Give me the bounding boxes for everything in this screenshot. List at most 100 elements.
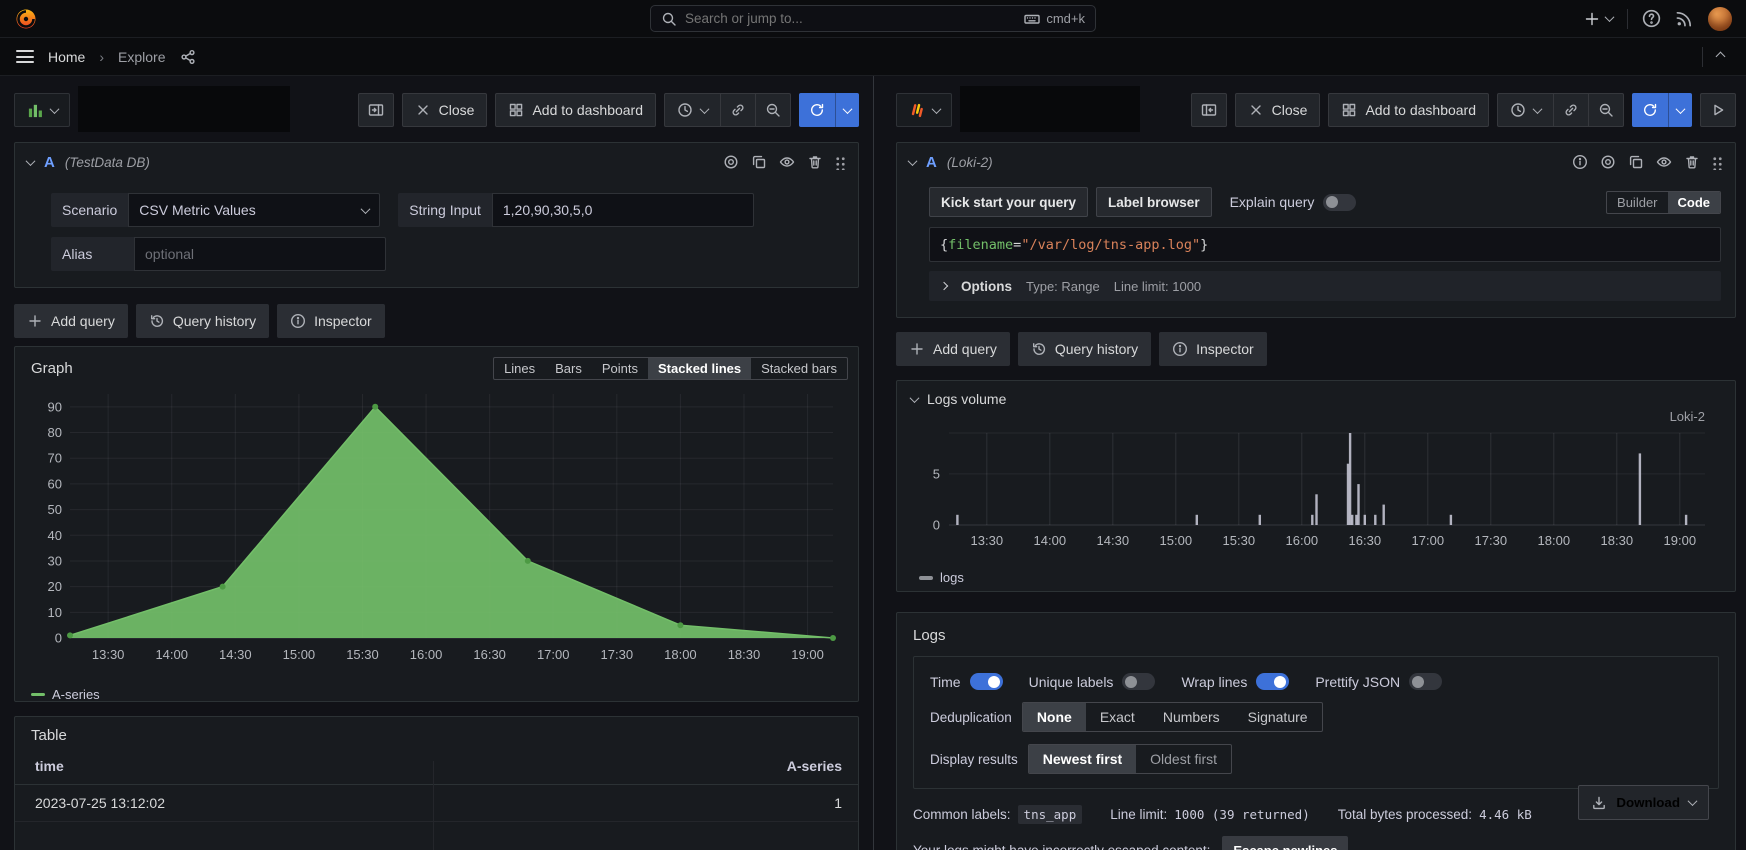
mode-stacked-lines[interactable]: Stacked lines	[648, 358, 751, 379]
mode-points[interactable]: Points	[592, 358, 648, 379]
datasource-help-icon[interactable]	[1572, 154, 1588, 170]
column-time[interactable]: time	[35, 758, 64, 774]
code-mode[interactable]: Code	[1668, 192, 1721, 213]
download-button[interactable]: Download	[1578, 785, 1709, 820]
graph-legend[interactable]: A-series	[15, 687, 858, 710]
collapse-query-icon[interactable]	[908, 156, 918, 166]
dedup-exact[interactable]: Exact	[1086, 703, 1149, 731]
explore-pane-right: Close Add to dashboard	[873, 76, 1746, 850]
left-datasource-picker[interactable]	[14, 93, 70, 127]
explain-query-toggle[interactable]	[1323, 194, 1356, 211]
logs-volume-legend[interactable]: logs	[897, 570, 1735, 593]
record-query-icon[interactable]	[1600, 154, 1616, 170]
link-icon	[1563, 102, 1579, 118]
logql-query-input[interactable]: {filename="/var/log/tns-app.log"}	[929, 227, 1721, 262]
copy-time-link-button[interactable]	[1553, 93, 1588, 127]
copy-time-link-button[interactable]	[720, 93, 755, 127]
mode-bars[interactable]: Bars	[545, 358, 592, 379]
grafana-logo[interactable]	[14, 7, 38, 31]
query-history-button[interactable]: Query history	[1018, 332, 1151, 366]
svg-text:16:00: 16:00	[1286, 533, 1319, 548]
prettify-json-toggle[interactable]	[1409, 673, 1442, 690]
zoom-out-time-button[interactable]	[1588, 93, 1624, 127]
disable-query-icon[interactable]	[1656, 154, 1672, 170]
wrap-lines-toggle[interactable]	[1256, 673, 1289, 690]
svg-text:0: 0	[933, 518, 940, 533]
string-input-field[interactable]	[492, 193, 754, 227]
options-label: Options	[961, 279, 1012, 294]
builder-mode[interactable]: Builder	[1607, 192, 1667, 213]
oldest-first[interactable]: Oldest first	[1136, 745, 1231, 773]
dedup-signature[interactable]: Signature	[1234, 703, 1322, 731]
breadcrumb-bar: Home › Explore	[0, 38, 1746, 76]
drag-handle-icon[interactable]	[835, 155, 846, 170]
column-divider	[433, 761, 434, 850]
scenario-select[interactable]: CSV Metric Values	[128, 193, 380, 227]
time-picker-button[interactable]	[664, 93, 720, 127]
logs-volume-chart[interactable]: Loki-213:3014:0014:3015:0015:3016:0016:3…	[897, 407, 1735, 570]
close-split-button[interactable]: Close	[1235, 93, 1321, 127]
add-to-dashboard-button[interactable]: Add to dashboard	[1328, 93, 1489, 127]
drag-handle-icon[interactable]	[1712, 155, 1723, 170]
delete-query-icon[interactable]	[807, 154, 823, 170]
add-query-button[interactable]: Add query	[896, 332, 1010, 366]
mode-lines[interactable]: Lines	[494, 358, 545, 379]
split-pane-button[interactable]	[358, 93, 394, 127]
newest-first[interactable]: Newest first	[1029, 745, 1136, 773]
label-browser-button[interactable]: Label browser	[1096, 187, 1212, 217]
inspector-button[interactable]: Inspector	[1159, 332, 1267, 366]
alias-field[interactable]	[134, 237, 386, 271]
duplicate-query-icon[interactable]	[751, 154, 767, 170]
svg-text:50: 50	[48, 502, 62, 517]
graph-chart[interactable]: 13:3014:0014:3015:0015:3016:0016:3017:00…	[15, 382, 858, 687]
add-menu-button[interactable]	[1584, 11, 1613, 27]
dedup-none[interactable]: None	[1023, 703, 1086, 731]
user-avatar[interactable]	[1708, 7, 1732, 31]
logs-volume-header[interactable]: Logs volume	[897, 381, 1735, 407]
column-a-series[interactable]: A-series	[787, 758, 842, 774]
run-query-refresh-button[interactable]	[1632, 93, 1692, 127]
split-pane-button[interactable]	[1191, 93, 1227, 127]
query-history-button[interactable]: Query history	[136, 304, 269, 338]
add-query-button[interactable]: Add query	[14, 304, 128, 338]
table-row[interactable]: 2023-07-25 13:12:02 1	[15, 785, 858, 822]
delete-query-icon[interactable]	[1684, 154, 1700, 170]
help-icon[interactable]	[1642, 9, 1661, 28]
search-box[interactable]: cmd+k	[650, 5, 1096, 32]
close-split-button[interactable]: Close	[402, 93, 488, 127]
query-ref[interactable]: A	[926, 154, 937, 171]
unique-labels-toggle[interactable]	[1122, 673, 1155, 690]
time-toggle[interactable]	[970, 673, 1003, 690]
disable-query-icon[interactable]	[779, 154, 795, 170]
collapse-panel-icon[interactable]	[1716, 52, 1726, 62]
search-input[interactable]	[685, 11, 1015, 26]
time-toggle-group: Time	[930, 673, 1003, 690]
mode-stacked-bars[interactable]: Stacked bars	[751, 358, 847, 379]
display-results-label: Display results	[930, 752, 1018, 767]
logs-title: Logs	[913, 627, 946, 644]
run-query-refresh-button[interactable]	[799, 93, 859, 127]
collapse-query-icon[interactable]	[26, 156, 36, 166]
kick-start-query-button[interactable]: Kick start your query	[929, 187, 1088, 217]
time-picker-button[interactable]	[1497, 93, 1553, 127]
news-icon[interactable]	[1675, 9, 1694, 28]
menu-toggle-icon[interactable]	[16, 50, 34, 63]
breadcrumb-home[interactable]: Home	[48, 49, 85, 65]
chevron-down-icon	[1533, 104, 1543, 114]
share-icon[interactable]	[180, 49, 196, 65]
inspector-button[interactable]: Inspector	[277, 304, 385, 338]
info-circle-icon	[1172, 341, 1188, 357]
chevron-right-icon	[940, 282, 948, 290]
record-query-icon[interactable]	[723, 154, 739, 170]
escape-newlines-button[interactable]: Escape newlines	[1222, 836, 1348, 850]
run-button[interactable]	[1700, 93, 1736, 127]
add-to-dashboard-button[interactable]: Add to dashboard	[495, 93, 656, 127]
zoom-out-time-button[interactable]	[755, 93, 791, 127]
svg-text:13:30: 13:30	[92, 647, 125, 662]
duplicate-query-icon[interactable]	[1628, 154, 1644, 170]
query-ref[interactable]: A	[44, 154, 55, 171]
info-circle-icon	[290, 313, 306, 329]
query-options-row[interactable]: Options Type: Range Line limit: 1000	[929, 271, 1721, 301]
right-datasource-picker[interactable]	[896, 93, 952, 127]
dedup-numbers[interactable]: Numbers	[1149, 703, 1234, 731]
